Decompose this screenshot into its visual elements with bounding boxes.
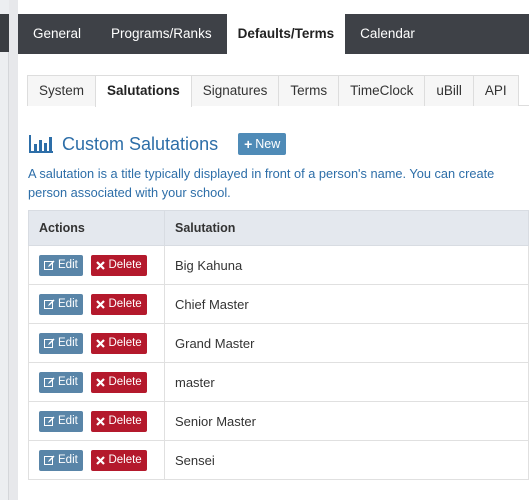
delete-label: Delete [108, 415, 142, 427]
new-button-label: New [255, 137, 281, 151]
close-icon [96, 455, 106, 465]
edit-button[interactable]: Edit [39, 371, 83, 393]
salutation-cell: Grand Master [164, 323, 529, 363]
delete-button[interactable]: Delete [91, 371, 147, 393]
tab-calendar[interactable]: Calendar [345, 14, 430, 54]
subtab-terms[interactable]: Terms [278, 75, 340, 106]
table-row: Edit Delete Senior Master [28, 401, 529, 441]
settings-panel: General Programs/Ranks Defaults/Terms Ca… [18, 0, 529, 500]
table-row: Edit Delete master [28, 362, 529, 402]
close-icon [96, 338, 106, 348]
table-row: Edit Delete Grand Master [28, 323, 529, 363]
row-actions: Edit Delete [28, 362, 165, 402]
delete-button[interactable]: Delete [91, 293, 147, 315]
close-icon [96, 416, 106, 426]
edit-icon [44, 377, 55, 387]
delete-label: Delete [108, 337, 142, 349]
subtab-api[interactable]: API [472, 75, 519, 106]
description-line-2: person associated with your school. [28, 185, 231, 200]
edit-icon [44, 299, 55, 309]
left-gutter [0, 0, 9, 500]
subtab-salutations[interactable]: Salutations [95, 75, 192, 107]
salutations-table: Actions Salutation Edit Delete Big Kahun… [28, 210, 529, 480]
salutation-cell: master [164, 362, 529, 402]
subtab-system[interactable]: System [27, 75, 97, 106]
edit-icon [44, 416, 55, 426]
table-row: Edit Delete Chief Master [28, 284, 529, 324]
salutation-cell: Sensei [164, 440, 529, 480]
row-actions: Edit Delete [28, 401, 165, 441]
salutation-cell: Big Kahuna [164, 245, 529, 285]
subtab-timeclock[interactable]: TimeClock [338, 75, 426, 106]
column-header-actions: Actions [28, 210, 165, 246]
delete-label: Delete [108, 376, 142, 388]
subtab-ubill[interactable]: uBill [424, 75, 474, 106]
delete-button[interactable]: Delete [91, 254, 147, 276]
edit-label: Edit [58, 298, 78, 310]
salutation-cell: Senior Master [164, 401, 529, 441]
left-gutter-nav [0, 14, 9, 52]
bar-chart-icon [29, 135, 53, 153]
edit-icon [44, 338, 55, 348]
plus-icon: + [244, 136, 253, 152]
edit-icon [44, 260, 55, 270]
row-actions: Edit Delete [28, 284, 165, 324]
delete-label: Delete [108, 259, 142, 271]
new-salutation-button[interactable]: + New [238, 133, 287, 155]
delete-label: Delete [108, 454, 142, 466]
close-icon [96, 299, 106, 309]
edit-button[interactable]: Edit [39, 449, 83, 471]
edit-button[interactable]: Edit [39, 410, 83, 432]
edit-label: Edit [58, 415, 78, 427]
edit-button[interactable]: Edit [39, 254, 83, 276]
tab-defaults-terms[interactable]: Defaults/Terms [226, 14, 346, 55]
description-line-1: A salutation is a title typically displa… [28, 166, 495, 181]
edit-label: Edit [58, 259, 78, 271]
edit-icon [44, 455, 55, 465]
left-gutter-divider [8, 52, 9, 500]
salutation-cell: Chief Master [164, 284, 529, 324]
close-icon [96, 260, 106, 270]
delete-button[interactable]: Delete [91, 410, 147, 432]
delete-button[interactable]: Delete [91, 332, 147, 354]
delete-button[interactable]: Delete [91, 449, 147, 471]
close-icon [96, 377, 106, 387]
delete-label: Delete [108, 298, 142, 310]
section-description: A salutation is a title typically displa… [28, 164, 529, 202]
column-header-salutation: Salutation [164, 210, 529, 246]
edit-button[interactable]: Edit [39, 332, 83, 354]
table-row: Edit Delete Big Kahuna [28, 245, 529, 285]
row-actions: Edit Delete [28, 440, 165, 480]
section-header: Custom Salutations + New [28, 131, 287, 157]
row-actions: Edit Delete [28, 323, 165, 363]
row-actions: Edit Delete [28, 245, 165, 285]
edit-label: Edit [58, 337, 78, 349]
tab-programs-ranks[interactable]: Programs/Ranks [96, 14, 227, 54]
table-header-row: Actions Salutation [28, 210, 529, 246]
tab-general[interactable]: General [18, 14, 96, 54]
sub-navigation: System Salutations Signatures Terms Time… [27, 75, 529, 107]
subtab-signatures[interactable]: Signatures [190, 75, 280, 106]
edit-button[interactable]: Edit [39, 293, 83, 315]
edit-label: Edit [58, 454, 78, 466]
top-navigation: General Programs/Ranks Defaults/Terms Ca… [18, 14, 529, 55]
edit-label: Edit [58, 376, 78, 388]
page-title: Custom Salutations [62, 133, 219, 154]
table-row: Edit Delete Sensei [28, 440, 529, 480]
